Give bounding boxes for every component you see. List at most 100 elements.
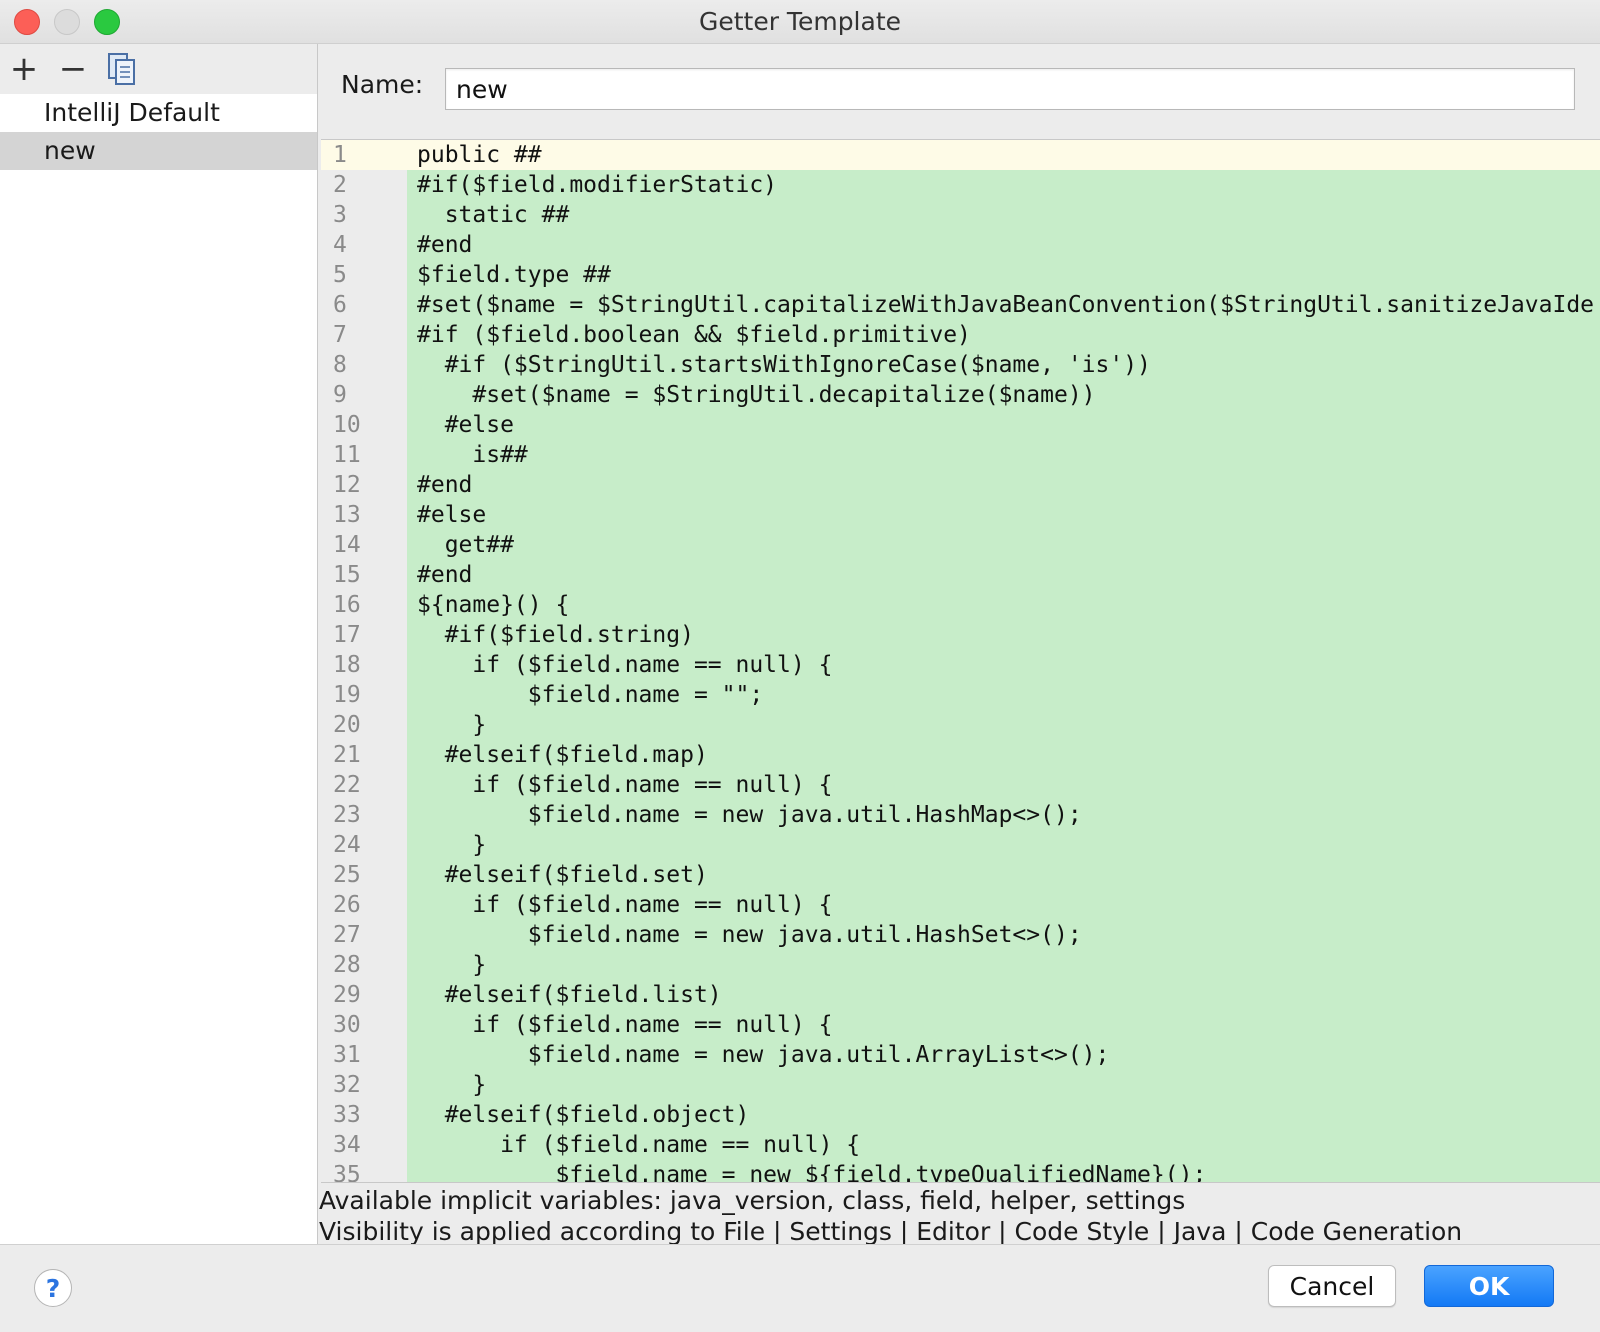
line-number: 9 (321, 380, 407, 410)
line-number: 33 (321, 1100, 407, 1130)
code-line[interactable]: 7 #if ($field.boolean && $field.primitive… (321, 320, 1600, 350)
code-text: is## (417, 442, 528, 468)
code-line[interactable]: 16 ${name}() { (321, 590, 1600, 620)
code-text: #elseif($field.set) (417, 862, 708, 888)
copy-template-button[interactable] (104, 50, 140, 88)
code-line[interactable]: 5 $field.type ## (321, 260, 1600, 290)
code-line[interactable]: 31 $field.name = new java.util.ArrayList… (321, 1040, 1600, 1070)
code-line[interactable]: 21 #elseif($field.map) (321, 740, 1600, 770)
code-line[interactable]: 3 static ## (321, 200, 1600, 230)
line-number: 15 (321, 560, 407, 590)
code-line[interactable]: 12 #end (321, 470, 1600, 500)
code-line[interactable]: 17 #if($field.string) (321, 620, 1600, 650)
line-number: 30 (321, 1010, 407, 1040)
code-line[interactable]: 35 $field.name = new ${field.typeQualifi… (321, 1160, 1600, 1183)
line-number: 3 (321, 200, 407, 230)
code-line[interactable]: 23 $field.name = new java.util.HashMap<>… (321, 800, 1600, 830)
code-line[interactable]: 28 } (321, 950, 1600, 980)
template-list: IntelliJ Default new (0, 94, 317, 170)
code-text: #elseif($field.object) (417, 1102, 750, 1128)
code-line[interactable]: 4 #end (321, 230, 1600, 260)
code-line[interactable]: 6 #set($name = $StringUtil.capitalizeWith… (321, 290, 1600, 320)
code-line[interactable]: 18 if ($field.name == null) { (321, 650, 1600, 680)
line-number: 21 (321, 740, 407, 770)
code-text: if ($field.name == null) { (417, 892, 833, 918)
code-line[interactable]: 14 get## (321, 530, 1600, 560)
line-number: 11 (321, 440, 407, 470)
code-text: #set($name = $StringUtil.capitalizeWithJ… (417, 292, 1595, 318)
code-text: #else (417, 502, 487, 528)
code-text: ${name}() { (417, 592, 570, 618)
line-number: 29 (321, 980, 407, 1010)
code-text: #if ($field.boolean && $field.primitive) (417, 322, 971, 348)
code-line[interactable]: 10 #else (321, 410, 1600, 440)
code-line[interactable]: 27 $field.name = new java.util.HashSet<>… (321, 920, 1600, 950)
code-text: #else (417, 412, 514, 438)
name-input[interactable] (445, 68, 1575, 110)
add-template-button[interactable]: + (6, 50, 42, 88)
line-number: 32 (321, 1070, 407, 1100)
code-text: if ($field.name == null) { (417, 652, 833, 678)
line-number: 8 (321, 350, 407, 380)
code-text: #if($field.string) (417, 622, 694, 648)
code-line[interactable]: 30 if ($field.name == null) { (321, 1010, 1600, 1040)
code-line[interactable]: 29 #elseif($field.list) (321, 980, 1600, 1010)
line-number: 7 (321, 320, 407, 350)
code-text: $field.type ## (417, 262, 611, 288)
code-text: #if($field.modifierStatic) (417, 172, 778, 198)
line-number: 25 (321, 860, 407, 890)
line-number: 5 (321, 260, 407, 290)
code-line[interactable]: 8 #if ($StringUtil.startsWithIgnoreCase(… (321, 350, 1600, 380)
code-line[interactable]: 33 #elseif($field.object) (321, 1100, 1600, 1130)
line-number: 35 (321, 1160, 407, 1182)
copy-icon (108, 53, 135, 85)
code-line[interactable]: 9 #set($name = $StringUtil.decapitalize(… (321, 380, 1600, 410)
cancel-button[interactable]: Cancel (1268, 1265, 1396, 1307)
code-line[interactable]: 22 if ($field.name == null) { (321, 770, 1600, 800)
code-text: if ($field.name == null) { (417, 772, 833, 798)
template-item-intellij-default[interactable]: IntelliJ Default (0, 94, 317, 132)
code-text: #if ($StringUtil.startsWithIgnoreCase($n… (417, 352, 1151, 378)
code-line[interactable]: 25 #elseif($field.set) (321, 860, 1600, 890)
help-button[interactable]: ? (34, 1269, 72, 1307)
code-text: #end (417, 562, 473, 588)
line-number: 12 (321, 470, 407, 500)
line-number: 27 (321, 920, 407, 950)
name-label: Name: (341, 70, 424, 99)
template-editor-panel: Name: 1 public ## 2 #if($field.modifierStat… (319, 44, 1600, 1246)
line-number: 34 (321, 1130, 407, 1160)
line-number: 31 (321, 1040, 407, 1070)
code-line[interactable]: 2 #if($field.modifierStatic) (321, 170, 1600, 200)
code-text: #end (417, 232, 473, 258)
visibility-hint: Visibility is applied according to File … (319, 1217, 1463, 1246)
code-text: $field.name = new ${field.typeQualifiedN… (417, 1162, 1207, 1183)
line-number: 17 (321, 620, 407, 650)
code-editor[interactable]: 1 public ## 2 #if($field.modifierStatic) 3 s… (321, 139, 1600, 1183)
line-number: 6 (321, 290, 407, 320)
implicit-variables-hint: Available implicit variables: java_versi… (319, 1186, 1186, 1215)
plus-icon: + (9, 49, 39, 89)
code-line[interactable]: 1 public ## (321, 140, 1600, 170)
code-line[interactable]: 20 } (321, 710, 1600, 740)
code-text: } (417, 952, 487, 978)
code-line[interactable]: 19 $field.name = ""; (321, 680, 1600, 710)
code-line[interactable]: 13 #else (321, 500, 1600, 530)
code-line[interactable]: 34 if ($field.name == null) { (321, 1130, 1600, 1160)
title-bar: Getter Template (0, 0, 1600, 44)
line-number: 16 (321, 590, 407, 620)
code-line[interactable]: 26 if ($field.name == null) { (321, 890, 1600, 920)
code-line[interactable]: 11 is## (321, 440, 1600, 470)
code-text: $field.name = ""; (417, 682, 764, 708)
line-number: 10 (321, 410, 407, 440)
ok-button[interactable]: OK (1424, 1265, 1554, 1307)
remove-template-button[interactable]: − (55, 50, 91, 88)
line-number: 20 (321, 710, 407, 740)
line-number: 22 (321, 770, 407, 800)
line-number: 18 (321, 650, 407, 680)
template-item-new[interactable]: new (0, 132, 317, 170)
code-line[interactable]: 15 #end (321, 560, 1600, 590)
line-number: 2 (321, 170, 407, 200)
code-line[interactable]: 32 } (321, 1070, 1600, 1100)
code-line[interactable]: 24 } (321, 830, 1600, 860)
code-text: public ## (417, 142, 542, 168)
